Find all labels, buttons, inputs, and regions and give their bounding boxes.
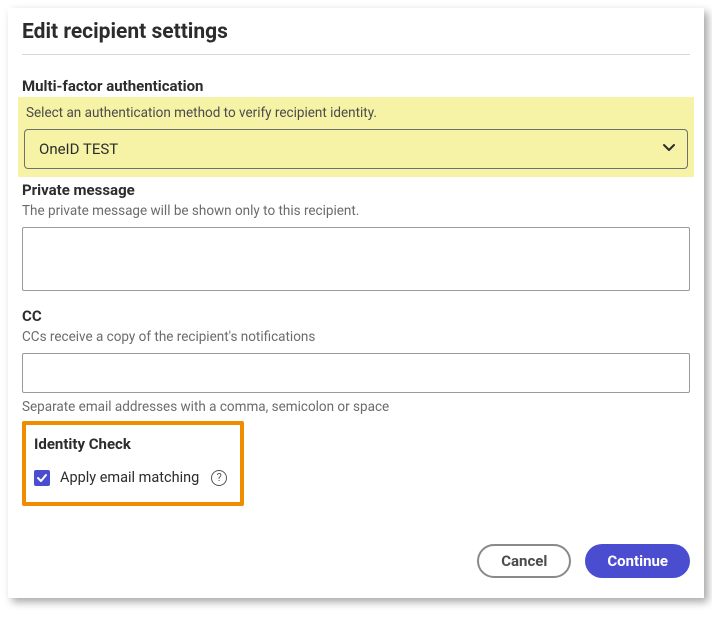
cc-hint: CCs receive a copy of the recipient's no… <box>22 329 690 345</box>
identity-check-section: Identity Check Apply email matching ? <box>22 421 244 506</box>
cc-post-hint: Separate email addresses with a comma, s… <box>22 399 690 415</box>
help-icon[interactable]: ? <box>211 470 227 486</box>
identity-check-label: Identity Check <box>34 435 232 453</box>
private-message-hint: The private message will be shown only t… <box>22 203 690 219</box>
modal-title: Edit recipient settings <box>22 20 690 54</box>
mfa-select[interactable]: OneID TEST <box>24 129 688 169</box>
modal-footer: Cancel Continue <box>22 544 690 578</box>
continue-button[interactable]: Continue <box>585 544 690 578</box>
mfa-select-value: OneID TEST <box>39 140 118 158</box>
mfa-highlighted-block: Select an authentication method to verif… <box>18 97 694 177</box>
checkmark-icon <box>36 472 48 484</box>
apply-email-matching-row: Apply email matching ? <box>34 469 232 486</box>
apply-email-matching-checkbox[interactable] <box>34 470 50 486</box>
apply-email-matching-label: Apply email matching <box>60 469 199 486</box>
mfa-hint: Select an authentication method to verif… <box>24 105 688 121</box>
divider <box>22 54 690 55</box>
mfa-select-wrap: OneID TEST <box>24 129 688 169</box>
private-message-label: Private message <box>22 181 690 199</box>
edit-recipient-settings-modal: Edit recipient settings Multi-factor aut… <box>8 8 704 598</box>
private-message-input[interactable] <box>22 227 690 291</box>
cc-input[interactable] <box>22 353 690 393</box>
cancel-button[interactable]: Cancel <box>477 544 571 578</box>
mfa-label: Multi-factor authentication <box>22 77 690 95</box>
cc-label: CC <box>22 307 690 325</box>
